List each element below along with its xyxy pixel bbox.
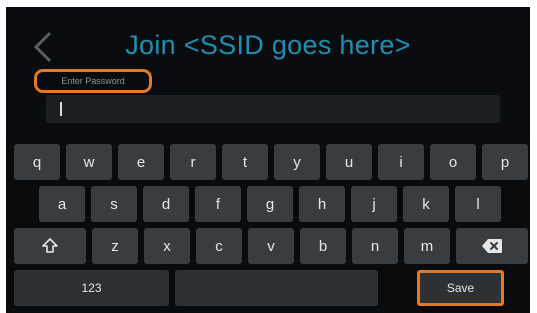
key-l[interactable]: l: [455, 186, 501, 222]
numbers-key[interactable]: 123: [14, 270, 169, 306]
key-i[interactable]: i: [378, 144, 424, 180]
password-input[interactable]: [46, 95, 500, 123]
save-button[interactable]: Save: [417, 270, 504, 306]
key-o[interactable]: o: [430, 144, 476, 180]
key-u[interactable]: u: [326, 144, 372, 180]
key-e[interactable]: e: [118, 144, 164, 180]
key-n[interactable]: n: [352, 228, 398, 264]
key-f[interactable]: f: [195, 186, 241, 222]
shift-icon: [42, 238, 58, 253]
key-g[interactable]: g: [247, 186, 293, 222]
key-s[interactable]: s: [91, 186, 137, 222]
key-q[interactable]: q: [14, 144, 60, 180]
key-t[interactable]: t: [222, 144, 268, 180]
key-h[interactable]: h: [299, 186, 345, 222]
wifi-join-screen: Join <SSID goes here> Enter Password q w…: [6, 7, 530, 313]
backspace-key[interactable]: [456, 228, 528, 264]
page-title: Join <SSID goes here>: [125, 30, 411, 60]
key-y[interactable]: y: [274, 144, 320, 180]
password-label: Enter Password: [34, 69, 152, 93]
header: Join <SSID goes here> Enter Password: [6, 7, 530, 137]
key-w[interactable]: w: [66, 144, 112, 180]
text-caret: [60, 102, 62, 116]
key-x[interactable]: x: [144, 228, 190, 264]
key-b[interactable]: b: [300, 228, 346, 264]
key-m[interactable]: m: [404, 228, 450, 264]
key-c[interactable]: c: [196, 228, 242, 264]
key-v[interactable]: v: [248, 228, 294, 264]
on-screen-keyboard: q w e r t y u i o p a s d f g h j k l z …: [6, 138, 530, 313]
key-a[interactable]: a: [39, 186, 85, 222]
key-j[interactable]: j: [351, 186, 397, 222]
key-r[interactable]: r: [170, 144, 216, 180]
key-p[interactable]: p: [482, 144, 528, 180]
key-d[interactable]: d: [143, 186, 189, 222]
shift-key[interactable]: [14, 228, 86, 264]
backspace-icon: [482, 239, 502, 253]
key-z[interactable]: z: [92, 228, 138, 264]
key-k[interactable]: k: [403, 186, 449, 222]
space-key[interactable]: [175, 270, 378, 306]
